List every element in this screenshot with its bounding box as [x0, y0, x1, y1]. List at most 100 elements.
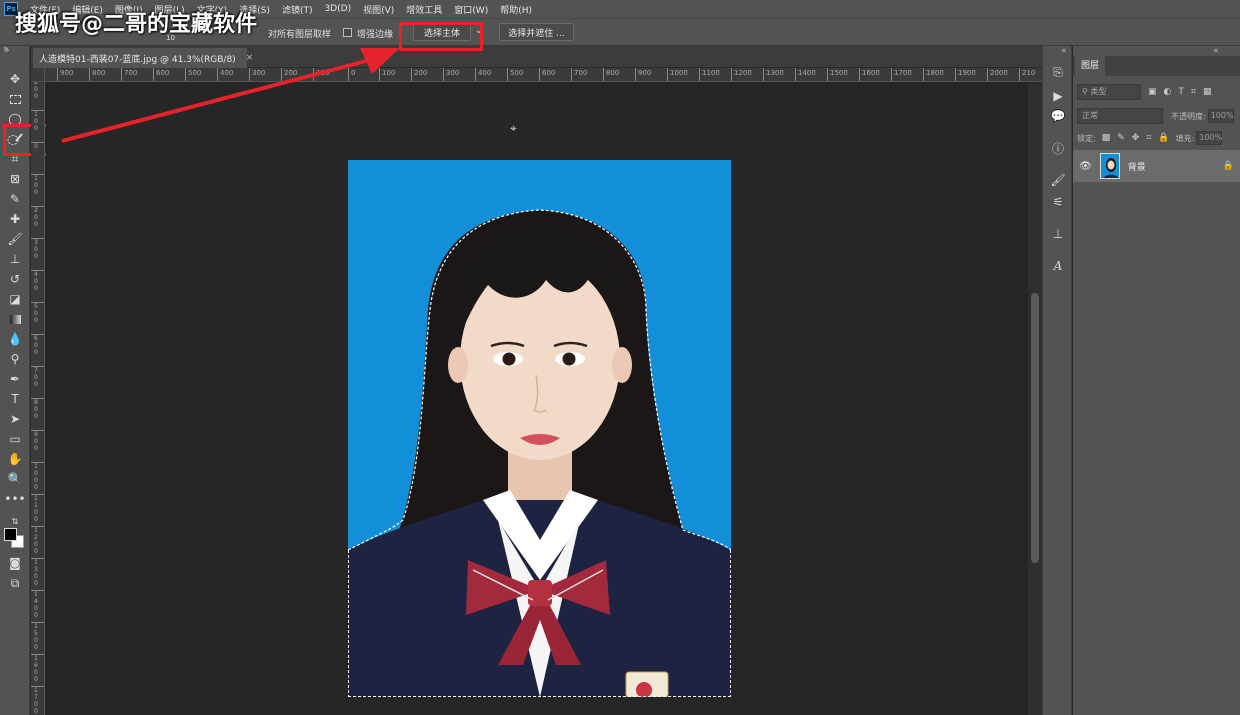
rectangle-tool-icon[interactable]: ▭ [5, 430, 25, 448]
pen-tool-icon[interactable]: ✒ [5, 370, 25, 388]
clone-stamp-tool-icon[interactable]: ⊥ [5, 250, 25, 268]
vertical-scrollbar[interactable] [1028, 83, 1042, 715]
ruler-tick: 1300 [31, 558, 44, 590]
type-tool-icon[interactable]: T [5, 390, 25, 408]
close-tab-icon[interactable]: × [246, 53, 254, 63]
ruler-tick: 100 [31, 110, 44, 142]
ruler-tick: 1800 [923, 68, 944, 81]
ruler-tick: 1600 [31, 654, 44, 686]
ruler-tick-label: 500 [34, 303, 38, 324]
fill-input[interactable]: 100% [1196, 131, 1223, 145]
filter-kind-select[interactable]: ⚲ 类型 [1077, 84, 1141, 100]
hand-tool-icon[interactable]: ✋ [5, 450, 25, 468]
eyedropper-tool-icon[interactable]: ✎ [5, 190, 25, 208]
screen-mode-icon[interactable]: ⧉ [5, 574, 25, 592]
ruler-tick: 600 [539, 68, 555, 81]
brush-tool-icon[interactable]: 🖌 [5, 230, 25, 248]
history-brush-tool-icon[interactable]: ↺ [5, 270, 25, 288]
dodge-tool-icon[interactable]: ⚲ [5, 350, 25, 368]
ruler-tick-label: 900 [34, 431, 38, 452]
brush-settings-icon[interactable]: 🖌 [1048, 170, 1068, 190]
ruler-tick: 800 [603, 68, 619, 81]
path-selection-tool-icon[interactable]: ➤ [5, 410, 25, 428]
lock-artboard-icon[interactable]: ⌗ [1146, 133, 1151, 143]
filter-adjustment-icon[interactable]: ◐ [1164, 87, 1172, 97]
ruler-tick: 1000 [31, 462, 44, 494]
ruler-tick: 300 [249, 68, 265, 81]
glyphs-icon[interactable]: A [1048, 256, 1068, 276]
collapse-toolbar-icon[interactable]: » [3, 44, 9, 54]
layer-lock-icon: 🔒 [1222, 161, 1234, 171]
enhance-edge-label[interactable]: 增强边缘 [357, 27, 393, 40]
ruler-tick-label: 1300 [34, 559, 38, 587]
filter-smart-object-icon[interactable]: ▦ [1203, 87, 1212, 97]
adjustments-icon[interactable]: ⚟ [1048, 192, 1068, 212]
history-icon[interactable]: ⎘ [1048, 62, 1068, 82]
ruler-tick: 1600 [859, 68, 880, 81]
ruler-tick: 300 [31, 238, 44, 270]
layers-panel: « 图层 ⚲ 类型 ▣ ◐ T ⌗ ▦ 正常 不透明度: 100% 锁定: ▩ … [1073, 46, 1240, 715]
comments-icon[interactable]: 💬 [1048, 106, 1068, 126]
ruler-tick: 100 [379, 68, 395, 81]
ruler-tick: 1400 [795, 68, 816, 81]
menu-help[interactable]: 帮助(H) [494, 3, 538, 16]
select-and-mask-button[interactable]: 选择并遮住 ... [499, 23, 574, 41]
collapse-panel-icon[interactable]: « [1213, 46, 1219, 56]
ruler-tick-label: 1100 [34, 495, 38, 523]
sample-all-layers-label[interactable]: 对所有图层取样 [268, 27, 331, 40]
gradient-tool-icon[interactable] [5, 310, 25, 328]
ruler-tick-label: 1200 [34, 527, 38, 555]
document-tab[interactable]: 人造模特01-西装07-蓝底.jpg @ 41.3%(RGB/8) × [33, 48, 253, 68]
document-image[interactable] [348, 160, 731, 697]
ruler-tick: 1000 [667, 68, 688, 81]
layer-row-background[interactable]: 👁 背景 🔒 [1073, 150, 1240, 182]
filter-pixel-icon[interactable]: ▣ [1148, 87, 1157, 97]
lock-image-icon[interactable]: ✎ [1117, 133, 1125, 143]
quick-mask-icon[interactable]: ◙ [5, 554, 25, 572]
eraser-tool-icon[interactable]: ◪ [5, 290, 25, 308]
ruler-tick: 1300 [763, 68, 784, 81]
menu-filter[interactable]: 滤镜(T) [276, 3, 319, 16]
ruler-tick-label: 1500 [34, 623, 38, 651]
scrollbar-thumb[interactable] [1031, 293, 1039, 563]
ruler-tick-label: 800 [34, 399, 38, 420]
filter-type-icon[interactable]: T [1178, 87, 1184, 97]
marquee-tool-icon[interactable] [5, 90, 25, 108]
blend-mode-select[interactable]: 正常 [1077, 108, 1163, 124]
lock-transparent-icon[interactable]: ▩ [1102, 133, 1111, 143]
ruler-tick: 900 [57, 68, 73, 81]
lock-all-icon[interactable]: 🔒 [1158, 133, 1169, 143]
ruler-tick-label: 200 [34, 207, 38, 228]
spot-healing-tool-icon[interactable]: ✚ [5, 210, 25, 228]
menu-plugins[interactable]: 增效工具 [400, 3, 448, 16]
actions-play-icon[interactable]: ▶ [1048, 86, 1068, 106]
menu-window[interactable]: 窗口(W) [448, 3, 494, 16]
opacity-input[interactable]: 100% [1207, 109, 1234, 123]
visibility-eye-icon[interactable]: 👁 [1079, 161, 1092, 172]
foreground-color-swatch[interactable] [4, 528, 17, 541]
ruler-tick: 200 [31, 82, 44, 110]
menu-3d[interactable]: 3D(D) [318, 4, 357, 14]
panel-tab-bar: 图层 [1073, 56, 1240, 76]
frame-tool-icon[interactable]: ⊠ [5, 170, 25, 188]
ruler-tick: 0 [348, 68, 355, 81]
ruler-tick: 900 [31, 430, 44, 462]
enhance-edge-checkbox[interactable] [343, 28, 352, 37]
ruler-tick: 100 [31, 174, 44, 206]
tab-layers[interactable]: 图层 [1075, 56, 1106, 76]
lock-position-icon[interactable]: ✥ [1132, 133, 1140, 143]
zoom-tool-icon[interactable]: 🔍 [5, 470, 25, 488]
move-tool-icon[interactable]: ✥ [5, 70, 25, 88]
more-tools-icon[interactable]: ••• [4, 490, 25, 508]
ruler-tick: 200 [281, 68, 297, 81]
info-icon[interactable]: ⓘ [1048, 138, 1068, 158]
ruler-tick: 400 [475, 68, 491, 81]
ruler-tick: 0 [31, 142, 44, 174]
ruler-tick-label: 300 [34, 239, 38, 260]
filter-shape-icon[interactable]: ⌗ [1191, 87, 1196, 97]
collapse-dock-icon[interactable]: « [1061, 46, 1067, 56]
clone-source-icon[interactable]: ⊥ [1048, 224, 1068, 244]
menu-view[interactable]: 视图(V) [357, 3, 400, 16]
ruler-tick: 300 [443, 68, 459, 81]
blur-tool-icon[interactable]: 💧 [5, 330, 25, 348]
